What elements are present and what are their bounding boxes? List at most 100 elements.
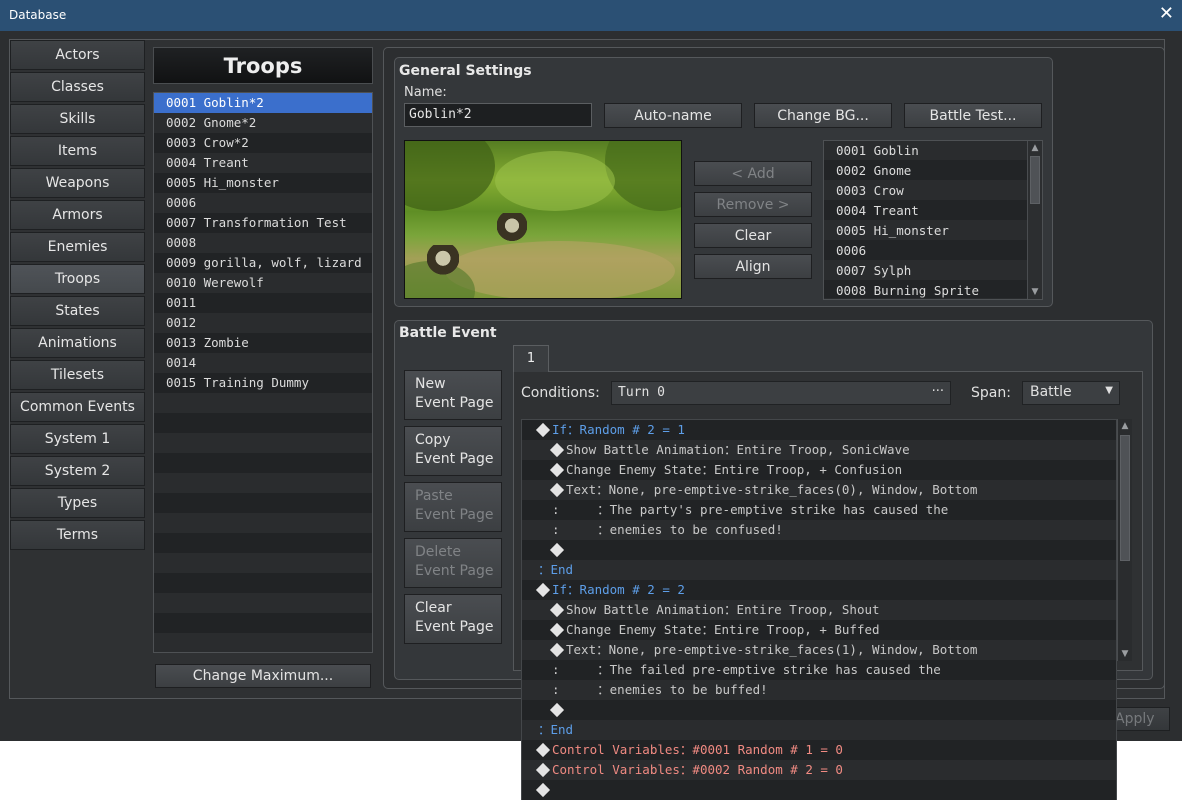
category-actors[interactable]: Actors (10, 40, 145, 70)
enemy-list-item[interactable]: 0007 Sylph (824, 261, 1042, 281)
paste-event-page-button[interactable]: Paste Event Page (404, 482, 502, 532)
conditions-label: Conditions: (521, 385, 600, 401)
category-tilesets[interactable]: Tilesets (10, 360, 145, 390)
event-command-row[interactable]: Show Battle Animation：Entire Troop, Soni… (522, 440, 1116, 460)
event-command-row[interactable]: ：End (522, 560, 1116, 580)
clear-enemies-button[interactable]: Clear (694, 223, 812, 248)
event-command-row[interactable]: Control Variables：#0001 Random # 1 = 0 (522, 740, 1116, 760)
category-types[interactable]: Types (10, 488, 145, 518)
change-maximum-button[interactable]: Change Maximum... (155, 664, 371, 688)
event-list-scrollbar[interactable]: ▲ ▼ (1117, 419, 1132, 661)
delete-event-page-button[interactable]: Delete Event Page (404, 538, 502, 588)
battle-test-button[interactable]: Battle Test... (904, 103, 1042, 128)
copy-event-page-button[interactable]: Copy Event Page (404, 426, 502, 476)
category-armors[interactable]: Armors (10, 200, 145, 230)
troop-list-item[interactable]: 0008 (154, 233, 372, 253)
troop-list-item[interactable]: 0005 Hi_monster (154, 173, 372, 193)
category-states[interactable]: States (10, 296, 145, 326)
name-input[interactable]: Goblin*2 (404, 103, 592, 127)
enemy-list-item[interactable]: 0008 Burning Sprite (824, 281, 1042, 301)
event-command-row[interactable]: Control Variables：#0002 Random # 2 = 0 (522, 760, 1116, 780)
troop-list-item[interactable]: 0001 Goblin*2 (154, 93, 372, 113)
tab-page-1[interactable]: 1 (513, 345, 549, 372)
goblin-sprite[interactable] (427, 245, 459, 283)
category-system-1[interactable]: System 1 (10, 424, 145, 454)
troop-list-item[interactable]: 0012 (154, 313, 372, 333)
enemy-list-item[interactable]: 0005 Hi_monster (824, 221, 1042, 241)
category-animations[interactable]: Animations (10, 328, 145, 358)
command-text: If：Random # 2 = 1 (552, 422, 685, 437)
event-command-row[interactable]: ：End (522, 720, 1116, 740)
button-line: Event Page (415, 563, 494, 579)
enemy-list-item[interactable]: 0002 Gnome (824, 161, 1042, 181)
category-common-events[interactable]: Common Events (10, 392, 145, 422)
span-select[interactable]: Battle ▼ (1022, 381, 1120, 405)
scroll-thumb[interactable] (1120, 435, 1130, 561)
auto-name-button[interactable]: Auto-name (604, 103, 742, 128)
troop-list-item[interactable]: 0006 (154, 193, 372, 213)
event-command-row[interactable]: : ：enemies to be buffed! (522, 680, 1116, 700)
troop-list-item[interactable]: 0013 Zombie (154, 333, 372, 353)
command-text: : ：The party's pre-emptive strike has ca… (552, 502, 949, 517)
troop-list-item[interactable]: 0007 Transformation Test (154, 213, 372, 233)
event-command-row[interactable]: Text：None, pre-emptive-strike_faces(1), … (522, 640, 1116, 660)
scroll-up-icon[interactable]: ▲ (1118, 419, 1132, 433)
troop-list-item[interactable]: 0010 Werewolf (154, 273, 372, 293)
command-diamond-icon (549, 442, 565, 458)
clear-event-page-button[interactable]: Clear Event Page (404, 594, 502, 644)
troop-list-item[interactable]: 0003 Crow*2 (154, 133, 372, 153)
troop-list-item[interactable]: 0009 gorilla, wolf, lizard (154, 253, 372, 273)
category-enemies[interactable]: Enemies (10, 232, 145, 262)
category-system-2[interactable]: System 2 (10, 456, 145, 486)
remove-enemy-button[interactable]: Remove > (694, 192, 812, 217)
troop-list-item[interactable]: 0004 Treant (154, 153, 372, 173)
event-command-row[interactable]: Change Enemy State：Entire Troop, + Confu… (522, 460, 1116, 480)
button-line: Clear (415, 600, 452, 616)
change-bg-button[interactable]: Change BG... (754, 103, 892, 128)
category-classes[interactable]: Classes (10, 72, 145, 102)
conditions-field[interactable]: Turn 0 ··· (611, 381, 951, 405)
troop-list[interactable]: 0001 Goblin*2 0002 Gnome*2 0003 Crow*2 0004… (153, 92, 373, 653)
event-command-row[interactable]: Change Enemy State：Entire Troop, + Buffe… (522, 620, 1116, 640)
troop-list-item[interactable]: 0014 (154, 353, 372, 373)
close-icon[interactable]: ✕ (1159, 3, 1174, 24)
command-text: If：Random # 2 = 2 (552, 582, 685, 597)
command-diamond-icon (535, 742, 551, 758)
event-command-list[interactable]: If：Random # 2 = 1 Show Battle Animation：E… (521, 419, 1117, 800)
troop-list-item[interactable]: 0015 Training Dummy (154, 373, 372, 393)
enemy-list-item[interactable]: 0004 Treant (824, 201, 1042, 221)
event-command-row[interactable]: : ：enemies to be confused! (522, 520, 1116, 540)
category-weapons[interactable]: Weapons (10, 168, 145, 198)
battleback-preview[interactable] (404, 140, 682, 299)
event-command-row[interactable] (522, 700, 1116, 720)
command-text: Text：None, pre-emptive-strike_faces(0), … (566, 482, 978, 497)
scroll-down-icon[interactable]: ▼ (1118, 647, 1132, 661)
enemy-list-item[interactable]: 0003 Crow (824, 181, 1042, 201)
scroll-up-icon[interactable]: ▲ (1028, 141, 1042, 155)
enemy-list-item[interactable]: 0001 Goblin (824, 141, 1042, 161)
scroll-down-icon[interactable]: ▼ (1028, 285, 1042, 299)
more-icon[interactable]: ··· (932, 384, 944, 399)
event-command-row[interactable]: If：Random # 2 = 2 (522, 580, 1116, 600)
enemy-list-item[interactable]: 0006 (824, 241, 1042, 261)
category-troops[interactable]: Troops (10, 264, 145, 294)
category-skills[interactable]: Skills (10, 104, 145, 134)
new-event-page-button[interactable]: New Event Page (404, 370, 502, 420)
category-items[interactable]: Items (10, 136, 145, 166)
event-command-row[interactable]: : ：The party's pre-emptive strike has ca… (522, 500, 1116, 520)
event-command-row[interactable]: If：Random # 2 = 1 (522, 420, 1116, 440)
category-terms[interactable]: Terms (10, 520, 145, 550)
scroll-thumb[interactable] (1030, 156, 1040, 204)
align-button[interactable]: Align (694, 254, 812, 279)
goblin-sprite[interactable] (497, 213, 527, 249)
event-command-row[interactable]: Show Battle Animation：Entire Troop, Shou… (522, 600, 1116, 620)
enemy-list-scrollbar[interactable]: ▲ ▼ (1027, 141, 1042, 299)
event-command-row[interactable]: Text：None, pre-emptive-strike_faces(0), … (522, 480, 1116, 500)
add-enemy-button[interactable]: < Add (694, 161, 812, 186)
troop-list-item[interactable]: 0002 Gnome*2 (154, 113, 372, 133)
event-command-row[interactable]: : ：The failed pre-emptive strike has cau… (522, 660, 1116, 680)
event-command-row[interactable] (522, 780, 1116, 800)
event-command-row[interactable] (522, 540, 1116, 560)
troop-list-item[interactable]: 0011 (154, 293, 372, 313)
enemy-list[interactable]: 0001 Goblin 0002 Gnome 0003 Crow 0004 Trean… (823, 140, 1043, 300)
